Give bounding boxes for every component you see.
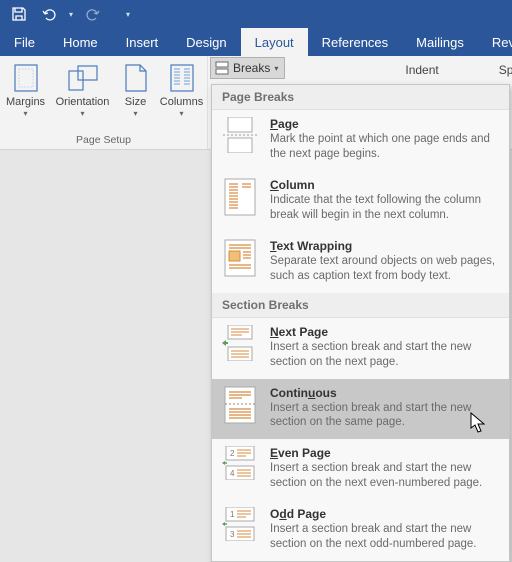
next-page-icon [222,325,258,361]
break-text-wrapping[interactable]: Text Wrapping Separate text around objec… [212,232,509,293]
break-column-desc: Indicate that the text following the col… [270,193,499,223]
save-button[interactable] [4,0,34,28]
customize-qat-button[interactable]: ▾ [108,0,148,28]
redo-button [78,0,108,28]
break-next-page-desc: Insert a section break and start the new… [270,340,499,370]
break-column-title: Column [270,178,499,192]
tab-design[interactable]: Design [172,28,240,56]
break-continuous[interactable]: Continuous Insert a section break and st… [212,379,509,440]
break-next-page[interactable]: Next Page Insert a section break and sta… [212,318,509,379]
page-breaks-header: Page Breaks [212,85,509,110]
tab-insert[interactable]: Insert [112,28,173,56]
break-continuous-desc: Insert a section break and start the new… [270,401,499,431]
svg-text:3: 3 [230,530,235,539]
tab-review[interactable]: Revie [478,28,512,56]
break-even-page-desc: Insert a section break and start the new… [270,461,499,491]
break-text-wrapping-desc: Separate text around objects on web page… [270,254,499,284]
orientation-button[interactable]: Orientation ▾ [52,60,114,118]
break-odd-page-title: Odd Page [270,507,499,521]
section-breaks-header: Section Breaks [212,293,509,318]
size-button[interactable]: Size ▾ [116,60,156,118]
break-page-title: Page [270,117,499,131]
tab-layout[interactable]: Layout [241,28,308,56]
tab-file[interactable]: File [0,28,49,56]
breaks-dropdown: Page Breaks Page Mark the point at which… [211,84,510,562]
svg-text:4: 4 [230,469,235,478]
break-even-page-title: Even Page [270,446,499,460]
continuous-icon [222,386,258,422]
indent-label: Indent [405,60,438,77]
undo-dropdown-button[interactable]: ▾ [64,0,78,28]
break-page[interactable]: Page Mark the point at which one page en… [212,110,509,171]
page-setup-label: Page Setup [6,134,201,146]
margins-button[interactable]: Margins ▾ [2,60,50,118]
page-break-icon [222,117,258,153]
ribbon-tabs: File Home Insert Design Layout Reference… [0,28,512,56]
break-even-page[interactable]: 24 Even Page Insert a section break and … [212,439,509,500]
breaks-label: Breaks [233,61,270,75]
tab-references[interactable]: References [308,28,402,56]
break-next-page-title: Next Page [270,325,499,339]
break-text-wrapping-title: Text Wrapping [270,239,499,253]
quick-access-toolbar: ▾ ▾ [0,0,512,28]
break-continuous-title: Continuous [270,386,499,400]
chevron-down-icon: ▾ [274,64,278,73]
break-page-desc: Mark the point at which one page ends an… [270,132,499,162]
spacing-label: Spacing [499,60,512,77]
page-setup-group: Margins ▾ Orientation ▾ Size ▾ Columns ▾… [0,56,208,149]
text-wrapping-icon [222,239,258,275]
even-page-icon: 24 [222,446,258,482]
tab-home[interactable]: Home [49,28,112,56]
break-odd-page[interactable]: 13 Odd Page Insert a section break and s… [212,500,509,561]
column-break-icon [222,178,258,214]
svg-text:1: 1 [230,510,235,519]
undo-button[interactable] [34,0,64,28]
tab-mailings[interactable]: Mailings [402,28,478,56]
svg-text:2: 2 [230,449,235,458]
odd-page-icon: 13 [222,507,258,543]
columns-button[interactable]: Columns ▾ [158,60,206,118]
break-odd-page-desc: Insert a section break and start the new… [270,522,499,552]
breaks-button[interactable]: Breaks ▾ [210,57,285,79]
break-column[interactable]: Column Indicate that the text following … [212,171,509,232]
